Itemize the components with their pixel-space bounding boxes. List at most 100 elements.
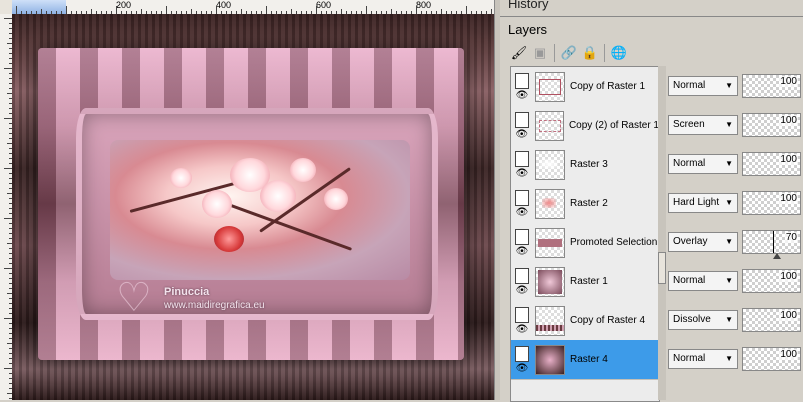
- layer-row[interactable]: 👁 Raster 2: [511, 184, 659, 224]
- ruler-tick: [4, 268, 12, 269]
- canvas-image[interactable]: ♡ Pinuccia www.maidiregrafica.eu: [12, 14, 494, 400]
- mask-icon[interactable]: ▣: [531, 44, 549, 62]
- eye-icon[interactable]: 👁: [516, 168, 529, 179]
- toolbar-separator: [604, 44, 605, 62]
- layer-thumbnail: [535, 149, 565, 180]
- blend-mode-select[interactable]: Hard Light ▼: [668, 192, 738, 213]
- blend-mode-select[interactable]: Normal ▼: [668, 75, 738, 96]
- opacity-caret-icon: [773, 252, 781, 259]
- opacity-slider[interactable]: 100: [742, 190, 801, 215]
- opacity-slider[interactable]: 100: [742, 73, 801, 98]
- blend-mode-select[interactable]: Dissolve ▼: [668, 309, 738, 330]
- blend-mode-select[interactable]: Overlay ▼: [668, 231, 738, 252]
- layer-properties-row: Normal ▼ 100: [666, 261, 803, 300]
- history-title[interactable]: History: [508, 0, 548, 11]
- opacity-value: 100: [779, 114, 798, 126]
- blend-mode-select[interactable]: Screen ▼: [668, 114, 738, 135]
- ruler-tick: [216, 6, 217, 14]
- layer-type-icon: [514, 111, 529, 128]
- chevron-down-icon: ▼: [725, 81, 733, 90]
- ruler-tick: [4, 68, 12, 69]
- layer-properties-row: Normal ▼ 100: [666, 144, 803, 183]
- layer-name: Raster 2: [570, 198, 608, 209]
- layer-icons: 👁: [511, 301, 533, 340]
- chevron-down-icon: ▼: [725, 315, 733, 324]
- layer-row[interactable]: 👁 Copy of Raster 1: [511, 67, 659, 107]
- paint-icon[interactable]: 🖌: [510, 44, 528, 62]
- column-separator: [658, 66, 666, 400]
- eye-icon[interactable]: 👁: [516, 90, 529, 101]
- layer-properties-row: Normal ▼ 100: [666, 66, 803, 105]
- splitter-handle[interactable]: [658, 252, 666, 284]
- watermark-site: www.maidiregrafica.eu: [164, 300, 265, 311]
- chevron-down-icon: ▼: [725, 276, 733, 285]
- ruler-tick: [16, 6, 17, 14]
- ruler-tick: [4, 318, 12, 319]
- layer-row[interactable]: 👁 Promoted Selection: [511, 223, 659, 263]
- eye-icon[interactable]: 👁: [516, 363, 529, 374]
- layer-row[interactable]: 👁 Raster 3: [511, 145, 659, 185]
- ruler-tick: [466, 6, 467, 14]
- blend-mode-select[interactable]: Normal ▼: [668, 348, 738, 369]
- ruler-tick: [4, 368, 12, 369]
- eye-icon[interactable]: 👁: [516, 285, 529, 296]
- layer-thumbnail: [535, 344, 565, 375]
- opacity-slider[interactable]: 100: [742, 307, 801, 332]
- layer-row[interactable]: 👁 Copy (2) of Raster 1: [511, 106, 659, 146]
- opacity-slider[interactable]: 100: [742, 112, 801, 137]
- ruler-label: 600: [316, 0, 332, 10]
- eye-icon[interactable]: 👁: [516, 324, 529, 335]
- layers-list[interactable]: 👁 Copy of Raster 1 👁 Copy (2) of Raster 1 👁 R…: [510, 66, 660, 402]
- opacity-slider[interactable]: 100: [742, 346, 801, 371]
- layer-row[interactable]: 👁 Copy of Raster 4: [511, 301, 659, 341]
- ruler-label: 200: [116, 0, 132, 10]
- layer-name: Raster 4: [570, 354, 608, 365]
- blend-mode-label: Normal: [673, 353, 706, 364]
- layer-type-icon: [515, 150, 529, 167]
- layer-thumbnail: [535, 266, 565, 297]
- layer-icons: 👁: [511, 145, 533, 184]
- canvas-area[interactable]: 200 400 600 800 ♡ Pinuccia www.maidiregr…: [0, 0, 494, 400]
- blossom: [290, 158, 316, 182]
- layer-row[interactable]: 👁 Raster 4: [511, 340, 659, 380]
- opacity-value: 100: [779, 153, 798, 165]
- layer-name: Raster 1: [570, 276, 608, 287]
- ruler-top: 200 400 600 800: [12, 0, 494, 15]
- eye-icon[interactable]: 👁: [516, 207, 529, 218]
- eye-icon[interactable]: 👁: [515, 129, 528, 140]
- opacity-slider[interactable]: 100: [742, 151, 801, 176]
- globe-icon[interactable]: 🌐: [610, 44, 628, 62]
- heart-icon: ♡: [116, 276, 152, 320]
- blossom: [170, 168, 192, 188]
- opacity-value: 100: [779, 348, 798, 360]
- opacity-slider[interactable]: 100: [742, 268, 801, 293]
- layer-row[interactable]: 👁 Raster 1: [511, 262, 659, 302]
- blossom: [202, 190, 232, 218]
- ruler-label: 400: [216, 0, 232, 10]
- layer-properties-row: Screen ▼ 100: [666, 105, 803, 144]
- layer-name: Promoted Selection: [570, 237, 658, 248]
- ruler-tick: [4, 18, 12, 19]
- blend-mode-label: Normal: [673, 80, 706, 91]
- lock-icon[interactable]: 🔒: [581, 44, 599, 62]
- ruler-tick: [4, 218, 12, 219]
- layer-thumbnail: [535, 227, 565, 258]
- ruler-tick: [4, 118, 12, 119]
- blend-mode-select[interactable]: Normal ▼: [668, 153, 738, 174]
- link-icon[interactable]: 🔗: [560, 44, 578, 62]
- blend-mode-select[interactable]: Normal ▼: [668, 270, 738, 291]
- layer-properties-row: Normal ▼ 100: [666, 339, 803, 378]
- watermark-name: Pinuccia: [164, 286, 210, 298]
- eye-icon[interactable]: 👁: [516, 246, 529, 257]
- layer-type-icon: [515, 345, 529, 362]
- blossom: [214, 226, 244, 252]
- opacity-value: 100: [779, 309, 798, 321]
- layer-type-icon: [515, 189, 529, 206]
- chevron-down-icon: ▼: [725, 237, 733, 246]
- opacity-value: 100: [779, 270, 798, 282]
- ruler-tick: [116, 6, 117, 14]
- layer-thumbnail: [535, 71, 565, 102]
- opacity-slider[interactable]: 70: [742, 229, 801, 259]
- right-panel: History Layers 🖌 ▣ 🔗 🔒 🌐 👁 Copy of Raster…: [500, 0, 803, 402]
- layer-icons: 👁: [511, 223, 533, 262]
